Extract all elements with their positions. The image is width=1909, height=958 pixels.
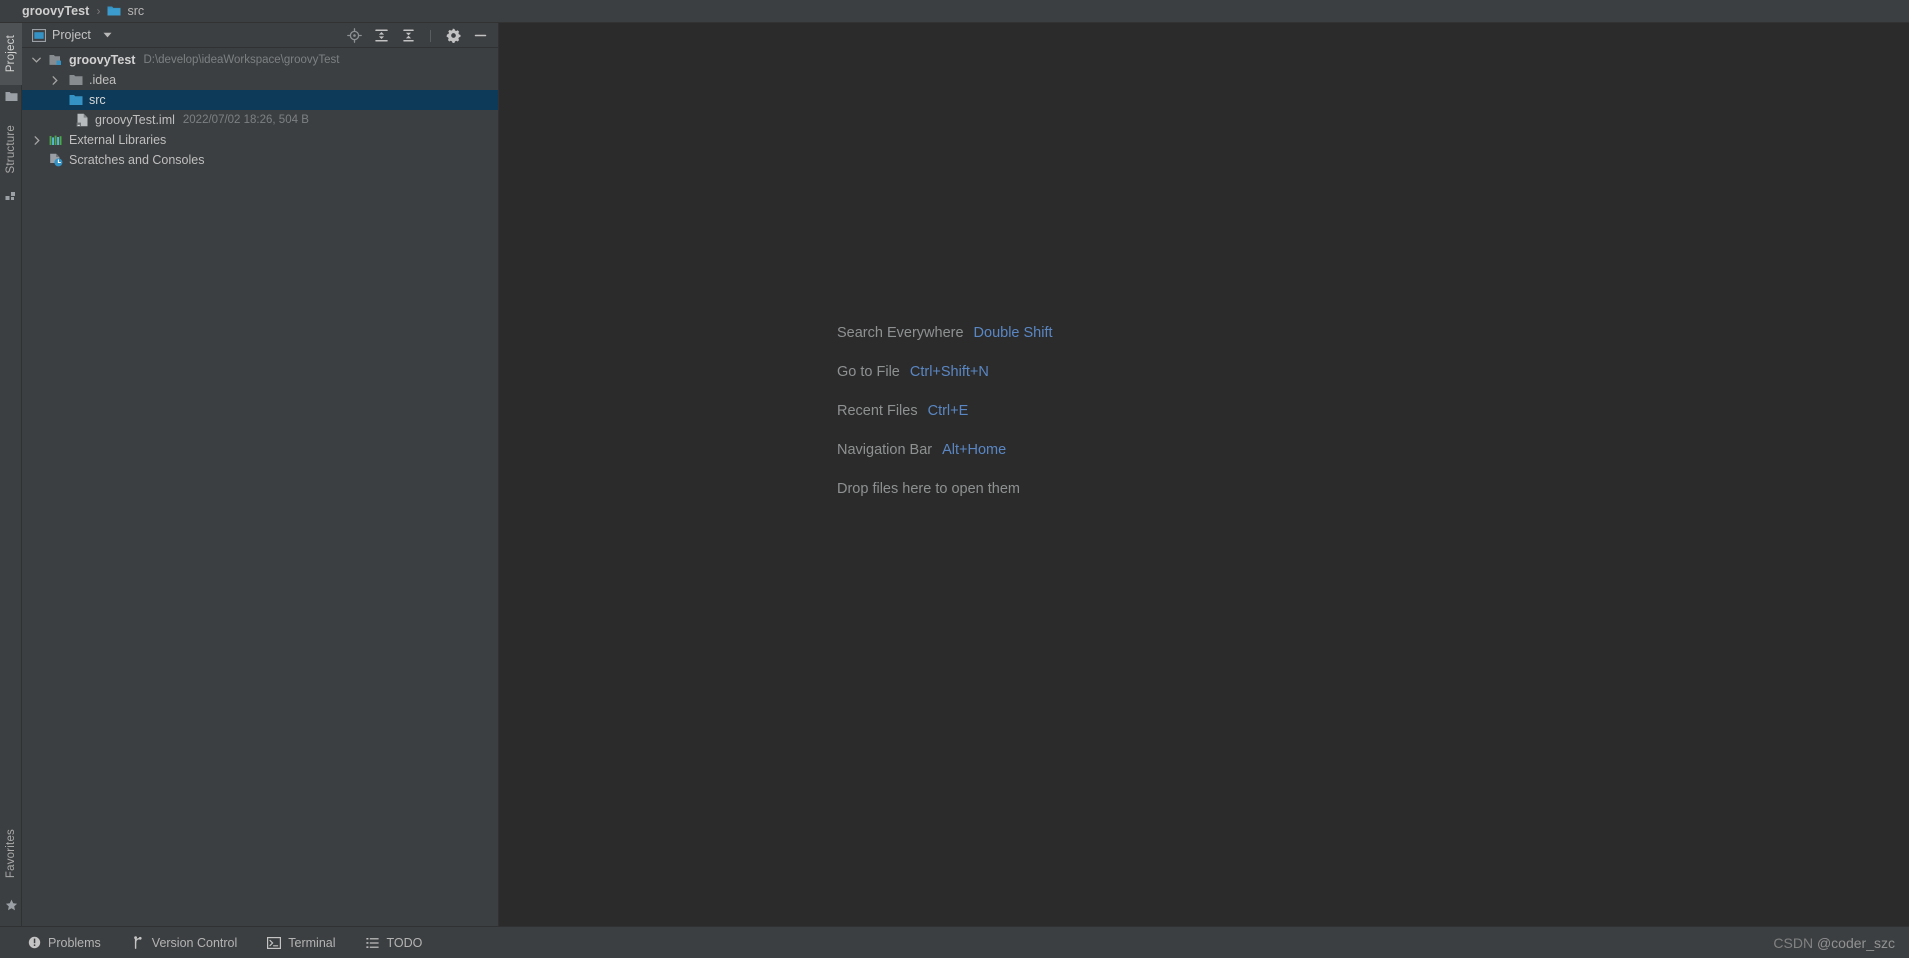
project-view-icon (32, 28, 46, 42)
tree-node-detail: 2022/07/02 18:26, 504 B (182, 114, 309, 126)
hint-label: Go to File (837, 363, 900, 380)
sidebar-item-project-label: Project (5, 35, 17, 73)
hint-label: Search Everywhere (837, 324, 964, 341)
hint-shortcut: Ctrl+E (927, 402, 969, 419)
sidebar-item-project[interactable]: Project (0, 23, 22, 85)
breadcrumb-root[interactable]: groovyTest (22, 4, 89, 18)
scratches-icon (48, 152, 64, 168)
sidebar-structure-icon-button[interactable] (0, 185, 22, 207)
watermark-handle: @coder_szc (1816, 934, 1895, 951)
left-tool-stripe: Project Structure Favorites (0, 23, 22, 926)
hint-shortcut: Alt+Home (942, 441, 1007, 458)
hint-recent-files: Recent Files Ctrl+E (837, 391, 1053, 430)
hint-search-everywhere: Search Everywhere Double Shift (837, 313, 1053, 352)
chevron-right-icon[interactable] (30, 134, 43, 147)
breadcrumb-separator: › (96, 4, 101, 18)
hint-drop-files: Drop files here to open them (837, 469, 1053, 508)
project-panel-title-group[interactable]: Project (22, 28, 112, 42)
tree-node-label: groovyTest.iml (95, 113, 175, 127)
sidebar-folder-icon-button[interactable] (0, 85, 22, 107)
libraries-icon (48, 132, 64, 148)
table-row[interactable]: External Libraries (22, 130, 498, 150)
status-bar-buttons: Problems Version Control Terminal TODO (0, 936, 422, 950)
folder-icon (68, 72, 84, 88)
branch-icon (131, 936, 145, 950)
locate-icon[interactable] (346, 28, 362, 44)
editor-hints: Search Everywhere Double Shift Go to Fil… (837, 313, 1053, 508)
project-panel-header: Project (22, 23, 498, 48)
expand-all-icon[interactable] (373, 28, 389, 44)
drop-files-label: Drop files here to open them (837, 480, 1020, 497)
status-item-terminal[interactable]: Terminal (267, 935, 336, 950)
idea-window: groovyTest › src Project Structure Favor… (0, 0, 1909, 958)
table-row[interactable]: .idea (22, 70, 498, 90)
tree-node-label: External Libraries (69, 133, 167, 147)
module-folder-icon (48, 52, 64, 68)
chevron-right-icon[interactable] (48, 74, 61, 87)
chevron-down-icon[interactable] (103, 32, 112, 38)
project-tool-window: Project groovyTest D:\develop\ideaWorksp… (22, 23, 499, 926)
status-bar: Problems Version Control Terminal TODO C… (0, 926, 1909, 958)
breadcrumb-leaf-label: src (127, 4, 145, 18)
project-panel-title: Project (52, 28, 91, 42)
breadcrumb-leaf-item[interactable]: src (107, 4, 144, 18)
table-row[interactable]: src (22, 90, 498, 110)
status-item-problems[interactable]: Problems (27, 936, 101, 950)
status-item-version-control[interactable]: Version Control (131, 936, 237, 950)
status-item-label: TODO (386, 935, 423, 950)
sidebar-item-favorites-label: Favorites (5, 829, 17, 879)
editor-empty-area[interactable]: Search Everywhere Double Shift Go to Fil… (499, 23, 1909, 926)
tree-node-label: Scratches and Consoles (69, 153, 205, 167)
csdn-watermark: CSDN @coder_szc (1773, 935, 1895, 951)
hint-shortcut: Double Shift (973, 324, 1053, 341)
problems-icon (27, 936, 41, 950)
sidebar-item-favorites[interactable]: Favorites (0, 818, 22, 890)
source-folder-icon (68, 92, 84, 108)
hint-go-to-file: Go to File Ctrl+Shift+N (837, 352, 1053, 391)
toolbar-divider (430, 29, 431, 42)
sidebar-item-structure-label: Structure (5, 124, 17, 174)
watermark-prefix: CSDN (1773, 934, 1817, 951)
star-icon (5, 899, 18, 912)
status-item-label: Problems (48, 935, 101, 950)
tree-node-label: .idea (89, 73, 117, 87)
structure-blocks-icon (5, 191, 18, 202)
todo-list-icon (366, 936, 380, 950)
gear-icon[interactable] (445, 28, 461, 44)
folder-icon (5, 91, 18, 102)
project-panel-toolbar (346, 23, 488, 48)
status-item-todo[interactable]: TODO (366, 935, 423, 950)
table-row[interactable]: groovyTest.iml 2022/07/02 18:26, 504 B (22, 110, 498, 130)
status-item-label: Terminal (288, 935, 336, 950)
table-row[interactable]: groovyTest D:\develop\ideaWorkspace\groo… (22, 50, 498, 70)
tree-node-detail: D:\develop\ideaWorkspace\groovyTest (143, 54, 340, 66)
project-tree: groovyTest D:\develop\ideaWorkspace\groo… (22, 48, 498, 170)
folder-icon (107, 5, 121, 17)
breadcrumb: groovyTest › src (0, 0, 1909, 23)
sidebar-item-structure[interactable]: Structure (0, 113, 22, 185)
tree-node-label: groovyTest (69, 53, 136, 67)
hint-label: Recent Files (837, 402, 918, 419)
minimize-icon[interactable] (472, 28, 488, 44)
sidebar-favorites-icon-button[interactable] (0, 894, 22, 916)
hint-navigation-bar: Navigation Bar Alt+Home (837, 430, 1053, 469)
terminal-icon (267, 936, 282, 950)
table-row[interactable]: Scratches and Consoles (22, 150, 498, 170)
collapse-all-icon[interactable] (400, 28, 416, 44)
iml-file-icon (74, 112, 90, 128)
hint-label: Navigation Bar (837, 441, 933, 458)
hint-shortcut: Ctrl+Shift+N (909, 363, 989, 380)
chevron-down-icon[interactable] (30, 54, 43, 67)
tree-node-label: src (89, 93, 106, 107)
status-item-label: Version Control (151, 935, 238, 950)
